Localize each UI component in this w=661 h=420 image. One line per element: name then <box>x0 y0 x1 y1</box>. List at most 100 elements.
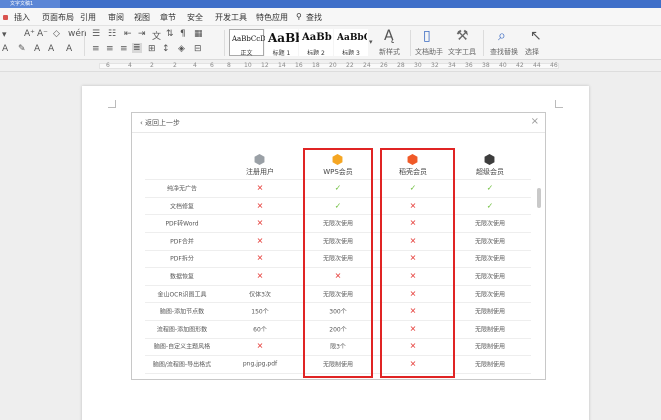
shrink-font-icon[interactable]: A⁻ <box>37 29 48 39</box>
menu-review[interactable]: 审阅 <box>108 12 124 23</box>
doc-helper-label[interactable]: 文档助手 <box>415 47 443 57</box>
col-super-member-header: 超级会员 <box>476 168 504 176</box>
style-normal[interactable]: AaBbCcDd 正文 <box>229 29 270 57</box>
shading-icon[interactable]: ◈ <box>178 44 185 54</box>
grow-font-icon[interactable]: A⁺ <box>24 29 35 39</box>
ruler-number: 2 <box>150 62 154 69</box>
text-effect-icon[interactable]: A <box>34 44 40 54</box>
style-name: 标题 1 <box>272 50 291 57</box>
highlight-icon[interactable]: ✎ <box>18 44 26 54</box>
table-cell: 无限制使用 <box>474 308 506 316</box>
ruler-number: 34 <box>448 62 456 69</box>
feature-label: 数据恢复 <box>169 273 195 281</box>
menu-section[interactable]: 章节 <box>160 12 176 23</box>
ruler-number: 14 <box>278 62 286 69</box>
feature-label: 脑图-添加节点数 <box>159 308 205 316</box>
clear-format-icon[interactable]: ◇ <box>53 29 60 39</box>
show-marks-icon[interactable]: ¶ <box>180 29 186 39</box>
ruler-number: 28 <box>397 62 405 69</box>
table-cell: 无限次使用 <box>474 255 506 263</box>
char-shading-icon[interactable]: A <box>66 44 72 54</box>
menu-bar: 插入 页面布局 引用 审阅 视图 章节 安全 开发工具 特色应用 ⚲ 查找 <box>0 8 661 26</box>
cross-icon: ✕ <box>256 253 264 263</box>
back-label: 返回上一步 <box>145 119 181 127</box>
line-spacing-icon[interactable]: ↕ <box>162 44 170 54</box>
font-size-dropdown-icon[interactable]: ▾ <box>2 30 7 40</box>
table-cell: 无限次使用 <box>474 273 506 281</box>
style-heading-1[interactable]: AaBb 标题 1 <box>265 29 304 57</box>
find-replace-label[interactable]: 查找替换 <box>490 47 518 57</box>
menu-special-apps[interactable]: 特色应用 <box>256 12 288 23</box>
cross-icon: ✕ <box>256 236 264 246</box>
feature-label: 脑图-自定义主题风格 <box>153 343 211 351</box>
ruler-number: 38 <box>482 62 490 69</box>
align-left-icon[interactable]: ≡ <box>92 44 100 54</box>
search-icon[interactable]: ⚲ <box>296 12 302 21</box>
style-heading-3[interactable]: AaBbC 标题 3 <box>334 29 368 56</box>
table-cell: 150个 <box>251 308 269 316</box>
col-registered-user-header: 注册用户 <box>246 168 274 176</box>
feature-label: 金山OCR识图工具 <box>157 291 207 299</box>
char-border-icon[interactable]: A <box>48 44 54 54</box>
numbered-list-icon[interactable]: ☷ <box>108 29 116 39</box>
distributed-icon[interactable]: ⊞ <box>148 44 156 54</box>
menu-developer-tools[interactable]: 开发工具 <box>215 12 247 23</box>
feature-label: PDF合并 <box>170 238 194 246</box>
cross-icon: ✕ <box>256 341 264 351</box>
style-heading-2[interactable]: AaBbC 标题 2 <box>299 29 333 56</box>
margin-corner <box>555 100 563 108</box>
menu-page-layout[interactable]: 页面布局 <box>42 12 74 23</box>
table-cell: 无限制使用 <box>474 361 506 369</box>
close-icon[interactable]: × <box>531 116 539 127</box>
align-right-icon[interactable]: ≡ <box>120 44 128 54</box>
borders-icon[interactable]: ⊟ <box>194 44 202 54</box>
style-sample: AaBbC <box>337 33 368 43</box>
dialog-header: ‹ 返回上一步 × <box>132 113 545 133</box>
menu-security[interactable]: 安全 <box>187 12 203 23</box>
menu-insert[interactable]: 插入 <box>14 12 30 23</box>
new-style-icon[interactable]: Ą <box>384 28 394 44</box>
decrease-indent-icon[interactable]: ⇤ <box>124 29 132 39</box>
menu-references[interactable]: 引用 <box>80 12 96 23</box>
align-center-icon[interactable]: ≡ <box>106 44 114 54</box>
text-tools-icon[interactable]: ⚒ <box>456 28 469 44</box>
table-icon[interactable]: ▦ <box>194 29 203 39</box>
dialog-scrollbar[interactable] <box>537 188 541 208</box>
select-label[interactable]: 选择 <box>525 47 539 57</box>
ruler-number: 16 <box>295 62 303 69</box>
styles-gallery-more-icon[interactable]: ▾ <box>369 38 373 46</box>
ruler-number: 44 <box>533 62 541 69</box>
select-cursor-icon[interactable]: ↖ <box>530 28 542 44</box>
bullet-list-icon[interactable]: ☰ <box>92 29 100 39</box>
menu-search[interactable]: 查找 <box>306 12 322 23</box>
ruler-number: 40 <box>499 62 507 69</box>
feature-label: 纯净无广告 <box>166 185 198 193</box>
back-button[interactable]: ‹ 返回上一步 <box>140 118 180 128</box>
sort-icon[interactable]: ⇅ <box>166 29 174 39</box>
cross-icon: ✕ <box>256 183 264 193</box>
new-style-label[interactable]: 新样式 <box>379 47 400 57</box>
ruler-number: 20 <box>329 62 337 69</box>
horizontal-ruler[interactable]: 6 4 2 2 4 6 8 10 12 14 16 18 20 22 24 26 28 30 32 34 36 38 40 4… <box>0 60 661 72</box>
ruler-number: 8 <box>227 62 231 69</box>
document-tab-label: 文字文稿1 <box>10 1 34 7</box>
table-cell: 无限次使用 <box>474 220 506 228</box>
text-tools-label[interactable]: 文字工具 <box>448 47 476 57</box>
font-color-icon[interactable]: A <box>2 44 8 54</box>
ruler-number: 32 <box>431 62 439 69</box>
menu-view[interactable]: 视图 <box>134 12 150 23</box>
ribbon-separator <box>84 30 85 56</box>
ruler-number: 6 <box>210 62 214 69</box>
justify-icon[interactable]: ≣ <box>132 43 142 53</box>
title-bar: 文字文稿1 <box>0 0 661 8</box>
chinese-layout-icon[interactable]: 文 <box>152 29 161 42</box>
cross-icon: ✕ <box>256 218 264 228</box>
style-sample: AaBbC <box>302 32 332 43</box>
find-replace-icon[interactable]: ⌕ <box>498 28 506 44</box>
style-name: 正文 <box>240 50 253 57</box>
ruler-number: 36 <box>465 62 473 69</box>
ruler-number: 18 <box>312 62 320 69</box>
increase-indent-icon[interactable]: ⇥ <box>138 29 146 39</box>
document-tab[interactable]: 文字文稿1 <box>0 0 60 8</box>
doc-helper-icon[interactable]: ▯ <box>423 28 431 44</box>
